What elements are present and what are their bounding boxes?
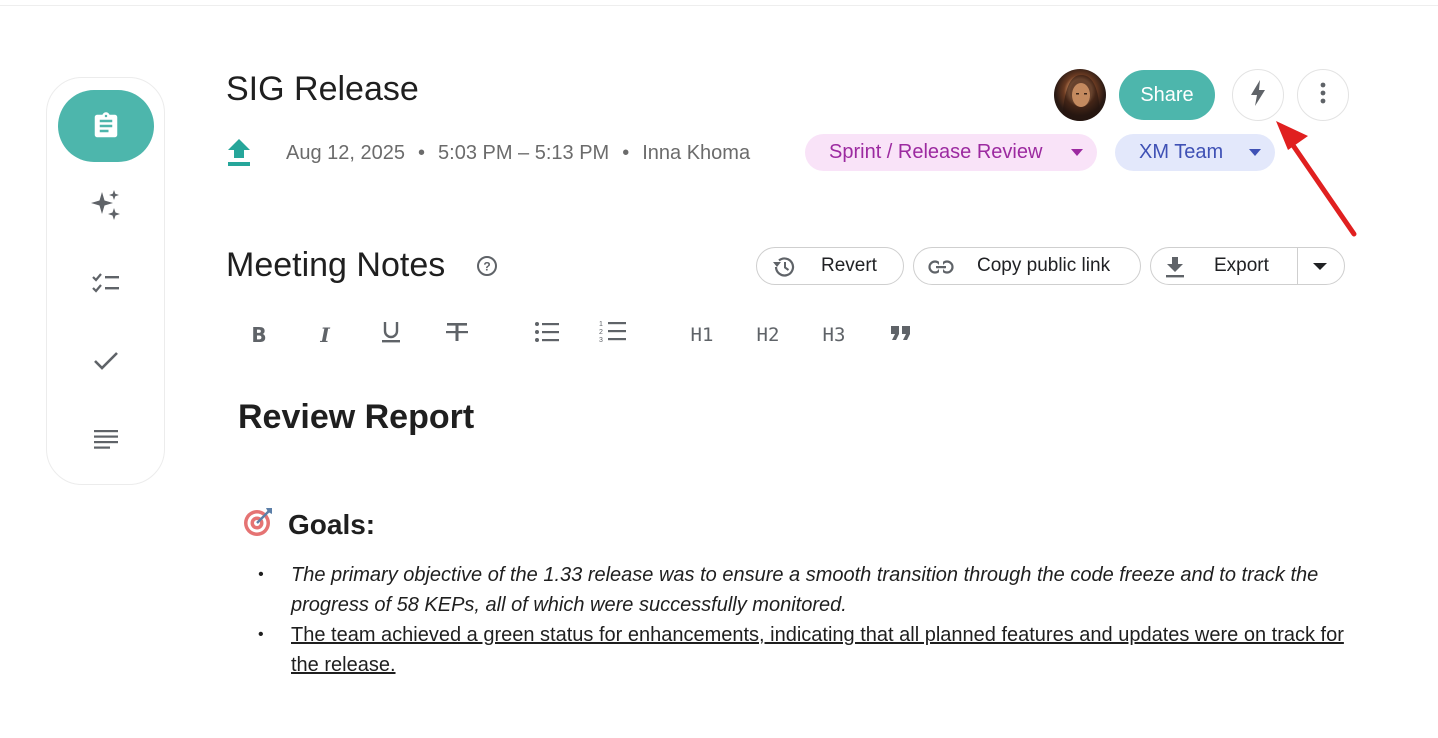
share-button[interactable]: Share — [1119, 70, 1215, 120]
tag-label: XM Team — [1139, 141, 1224, 163]
meeting-type-tag[interactable]: Sprint / Release Review — [805, 134, 1097, 171]
chevron-down-icon[interactable] — [1313, 263, 1327, 270]
revert-button[interactable]: Revert — [756, 247, 904, 285]
italic-button[interactable]: I — [308, 320, 342, 350]
goals-label: Goals: — [288, 508, 376, 540]
more-vertical-icon — [1320, 82, 1326, 109]
history-icon — [771, 255, 797, 279]
list-item: The primary objective of the 1.33 releas… — [258, 560, 1348, 620]
more-options-button[interactable] — [1297, 69, 1349, 121]
svg-text:?: ? — [483, 260, 490, 274]
sidebar-item-action-items[interactable] — [76, 258, 136, 308]
check-icon — [92, 349, 120, 373]
tag-label: Sprint / Release Review — [829, 141, 1043, 163]
underline-button[interactable] — [374, 320, 408, 350]
lines-icon — [93, 428, 119, 450]
meeting-time: 5:03 PM – 5:13 PM — [438, 141, 610, 164]
separator: • — [622, 141, 630, 164]
help-icon[interactable]: ? — [476, 255, 498, 282]
divider — [1297, 248, 1298, 284]
checklist-icon — [91, 270, 121, 296]
meeting-details: Aug 12, 2025 • 5:03 PM – 5:13 PM • Inna Khom… — [286, 142, 750, 165]
report-heading: Review Report — [238, 398, 475, 436]
goals-heading: Goals: — [242, 506, 375, 543]
svg-text:1: 1 — [599, 321, 603, 328]
copy-link-label: Copy public link — [977, 255, 1111, 276]
bold-button[interactable]: B — [242, 320, 276, 350]
meeting-date: Aug 12, 2025 — [286, 141, 405, 164]
revert-label: Revert — [821, 255, 877, 276]
heading-3-button[interactable]: H3 — [817, 320, 851, 350]
sidebar-item-notes[interactable] — [57, 90, 154, 162]
lightning-icon — [1249, 79, 1267, 112]
quote-button[interactable] — [884, 320, 918, 350]
quick-actions-button[interactable] — [1232, 69, 1284, 121]
list-item: The team achieved a green status for enh… — [258, 620, 1348, 680]
clipboard-icon — [91, 110, 121, 142]
sidebar — [46, 77, 165, 485]
link-icon — [928, 255, 954, 279]
sidebar-item-transcript[interactable] — [76, 414, 136, 464]
sparkles-icon — [89, 188, 123, 222]
top-divider — [0, 5, 1438, 6]
bulleted-list-icon — [534, 321, 560, 349]
underline-icon — [381, 320, 401, 350]
meeting-author: Inna Khoma — [642, 141, 751, 164]
avatar[interactable] — [1054, 69, 1106, 121]
chevron-down-icon — [1071, 149, 1083, 156]
strikethrough-icon — [445, 320, 469, 350]
svg-text:2: 2 — [599, 329, 603, 336]
annotation-arrow-icon — [1276, 121, 1357, 237]
target-icon — [242, 506, 274, 543]
team-tag[interactable]: XM Team — [1115, 134, 1275, 171]
svg-text:3: 3 — [599, 337, 603, 344]
copy-public-link-button[interactable]: Copy public link — [913, 247, 1141, 285]
chevron-down-icon — [1249, 149, 1261, 156]
notes-title: Meeting Notes — [226, 246, 446, 284]
page-title: SIG Release — [226, 70, 419, 108]
export-button[interactable]: Export — [1150, 247, 1345, 285]
export-label: Export — [1214, 255, 1269, 276]
separator: • — [418, 141, 426, 164]
bulleted-list-button[interactable] — [530, 320, 564, 350]
heading-1-button[interactable]: H1 — [685, 320, 719, 350]
numbered-list-icon: 123 — [599, 320, 627, 350]
upload-icon[interactable] — [226, 138, 260, 168]
sidebar-item-ai[interactable] — [76, 180, 136, 230]
sidebar-item-decisions[interactable] — [76, 336, 136, 386]
heading-2-button[interactable]: H2 — [751, 320, 785, 350]
avatar-image — [1062, 75, 1100, 121]
numbered-list-button[interactable]: 123 — [596, 320, 630, 350]
strikethrough-button[interactable] — [440, 320, 474, 350]
download-icon — [1165, 255, 1191, 279]
goals-list: The primary objective of the 1.33 releas… — [258, 560, 1348, 680]
quote-icon — [890, 324, 912, 347]
meeting-meta: Aug 12, 2025 • 5:03 PM – 5:13 PM • Inna Khom… — [226, 138, 750, 168]
